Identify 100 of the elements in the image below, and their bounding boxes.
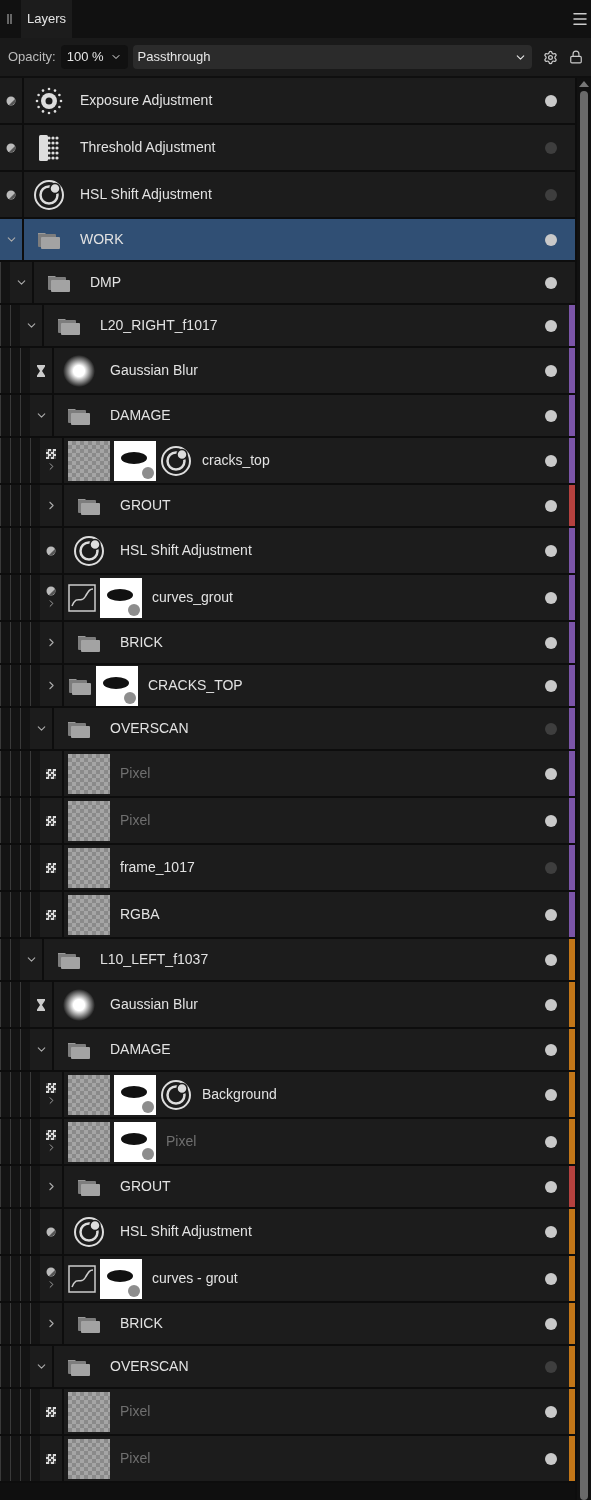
indent-guides <box>0 575 40 620</box>
checker-thumbnail <box>68 1391 110 1432</box>
layer-name: WORK <box>80 230 125 249</box>
layer-row[interactable]: L20_RIGHT_f1017 <box>20 305 575 346</box>
layer-row[interactable]: frame_1017 <box>40 845 575 890</box>
settings-icon[interactable] <box>543 49 558 65</box>
layer-name: RGBA <box>120 905 161 924</box>
layer-name: Gaussian Blur <box>110 995 199 1014</box>
layers-tab[interactable]: Layers <box>21 0 73 38</box>
mask-thumbnail <box>100 1258 142 1299</box>
indent-guides <box>0 1303 40 1344</box>
layer-name: GROUT <box>120 1177 172 1196</box>
layer-name: DMP <box>90 273 123 292</box>
checker-icon <box>46 1453 56 1464</box>
scrollbar[interactable] <box>577 78 591 1500</box>
checker-thumbnail <box>68 1438 110 1479</box>
checker-thumbnail <box>68 440 110 481</box>
layer-row[interactable]: Gaussian Blur <box>30 348 575 393</box>
checker-icon <box>46 1130 56 1140</box>
indent-guides <box>0 939 20 980</box>
layer-row[interactable]: Background <box>40 1072 575 1117</box>
blur-icon <box>62 353 96 388</box>
layer-name: DAMAGE <box>110 1040 172 1059</box>
layer-row[interactable]: CRACKS_TOP <box>40 665 575 706</box>
selected-layer-row[interactable]: WORK <box>0 219 575 260</box>
layer-name: HSL Shift Adjustment <box>80 185 213 204</box>
checker-thumbnail <box>68 1074 110 1115</box>
checker-icon <box>46 1406 56 1417</box>
curves-icon <box>68 1264 96 1293</box>
layer-row[interactable]: OVERSCAN <box>30 1346 575 1387</box>
indent-guides <box>0 438 40 483</box>
menu-icon[interactable] <box>571 10 589 28</box>
opacity-dropdown[interactable]: 100 % <box>60 45 128 69</box>
checker-icon <box>46 768 56 779</box>
layer-name: curves - grout <box>152 1269 239 1288</box>
mask-thumbnail <box>114 1121 156 1162</box>
opacity-label: Opacity: <box>8 48 56 67</box>
layer-row[interactable]: GROUT <box>40 1166 575 1207</box>
indent-guides <box>0 1119 40 1164</box>
layer-row[interactable]: DMP <box>10 262 575 303</box>
sun-icon <box>34 85 64 116</box>
mask-thumbnail <box>114 440 156 481</box>
checker-icon <box>46 909 56 920</box>
half-circle-icon <box>6 142 16 153</box>
layer-name: Exposure Adjustment <box>80 91 214 110</box>
layer-name: DAMAGE <box>110 406 172 425</box>
ring-icon <box>73 534 105 567</box>
half-circle-icon <box>46 545 56 556</box>
hourglass-icon <box>36 998 46 1011</box>
ring-icon <box>160 444 192 477</box>
layer-row[interactable]: BRICK <box>40 622 575 663</box>
layer-row[interactable]: DAMAGE <box>30 395 575 436</box>
layer-name: Gaussian Blur <box>110 361 199 380</box>
layer-row[interactable]: L10_LEFT_f1037 <box>20 939 575 980</box>
indent-guides <box>0 485 40 526</box>
layer-row[interactable]: HSL Shift Adjustment <box>40 1209 575 1254</box>
indent-guides <box>0 395 30 436</box>
indent-guides <box>0 1436 40 1481</box>
hourglass-icon <box>36 364 46 377</box>
checker-icon <box>46 815 56 826</box>
indent-guides <box>0 751 40 796</box>
checker-thumbnail <box>68 800 110 841</box>
indent-guides <box>0 1346 30 1387</box>
layer-name: HSL Shift Adjustment <box>120 541 253 560</box>
layer-row[interactable]: RGBA <box>40 892 575 937</box>
layer-row[interactable]: Threshold Adjustment <box>0 125 575 170</box>
indent-guides <box>0 1166 40 1207</box>
layer-row[interactable]: Exposure Adjustment <box>0 78 575 123</box>
layer-row[interactable]: BRICK <box>40 1303 575 1344</box>
layer-name: curves_grout <box>152 588 234 607</box>
indent-guides <box>0 528 40 573</box>
layer-row[interactable]: OVERSCAN <box>30 708 575 749</box>
layer-row[interactable]: curves - grout <box>40 1256 575 1301</box>
grip-icon[interactable] <box>7 14 12 24</box>
lock-icon[interactable] <box>569 50 583 64</box>
ring-icon <box>73 1215 105 1248</box>
indent-guides <box>0 1072 40 1117</box>
layer-row[interactable]: cracks_top <box>40 438 575 483</box>
layer-row[interactable]: HSL Shift Adjustment <box>0 172 575 217</box>
half-circle-icon <box>46 586 56 596</box>
layer-row[interactable]: HSL Shift Adjustment <box>40 528 575 573</box>
layer-name: Pixel <box>120 1402 152 1421</box>
layer-row[interactable]: DAMAGE <box>30 1029 575 1070</box>
layer-name: OVERSCAN <box>110 1357 190 1376</box>
layer-row[interactable]: Gaussian Blur <box>30 982 575 1027</box>
half-circle-icon <box>46 1226 56 1237</box>
checker-icon <box>46 862 56 873</box>
indent-guides <box>0 982 30 1027</box>
layer-name: HSL Shift Adjustment <box>120 1222 253 1241</box>
layer-name: Pixel <box>120 764 152 783</box>
blend-mode-dropdown[interactable]: Passthrough <box>132 45 532 69</box>
layer-name: L10_LEFT_f1037 <box>100 950 210 969</box>
layer-row[interactable]: GROUT <box>40 485 575 526</box>
checker-thumbnail <box>68 1121 110 1162</box>
checker-thumbnail <box>68 753 110 794</box>
layer-row[interactable]: curves_grout <box>40 575 575 620</box>
indent-guides <box>0 622 40 663</box>
mask-thumbnail <box>100 577 142 618</box>
ring-icon <box>33 178 65 211</box>
indent-guides <box>0 665 40 706</box>
